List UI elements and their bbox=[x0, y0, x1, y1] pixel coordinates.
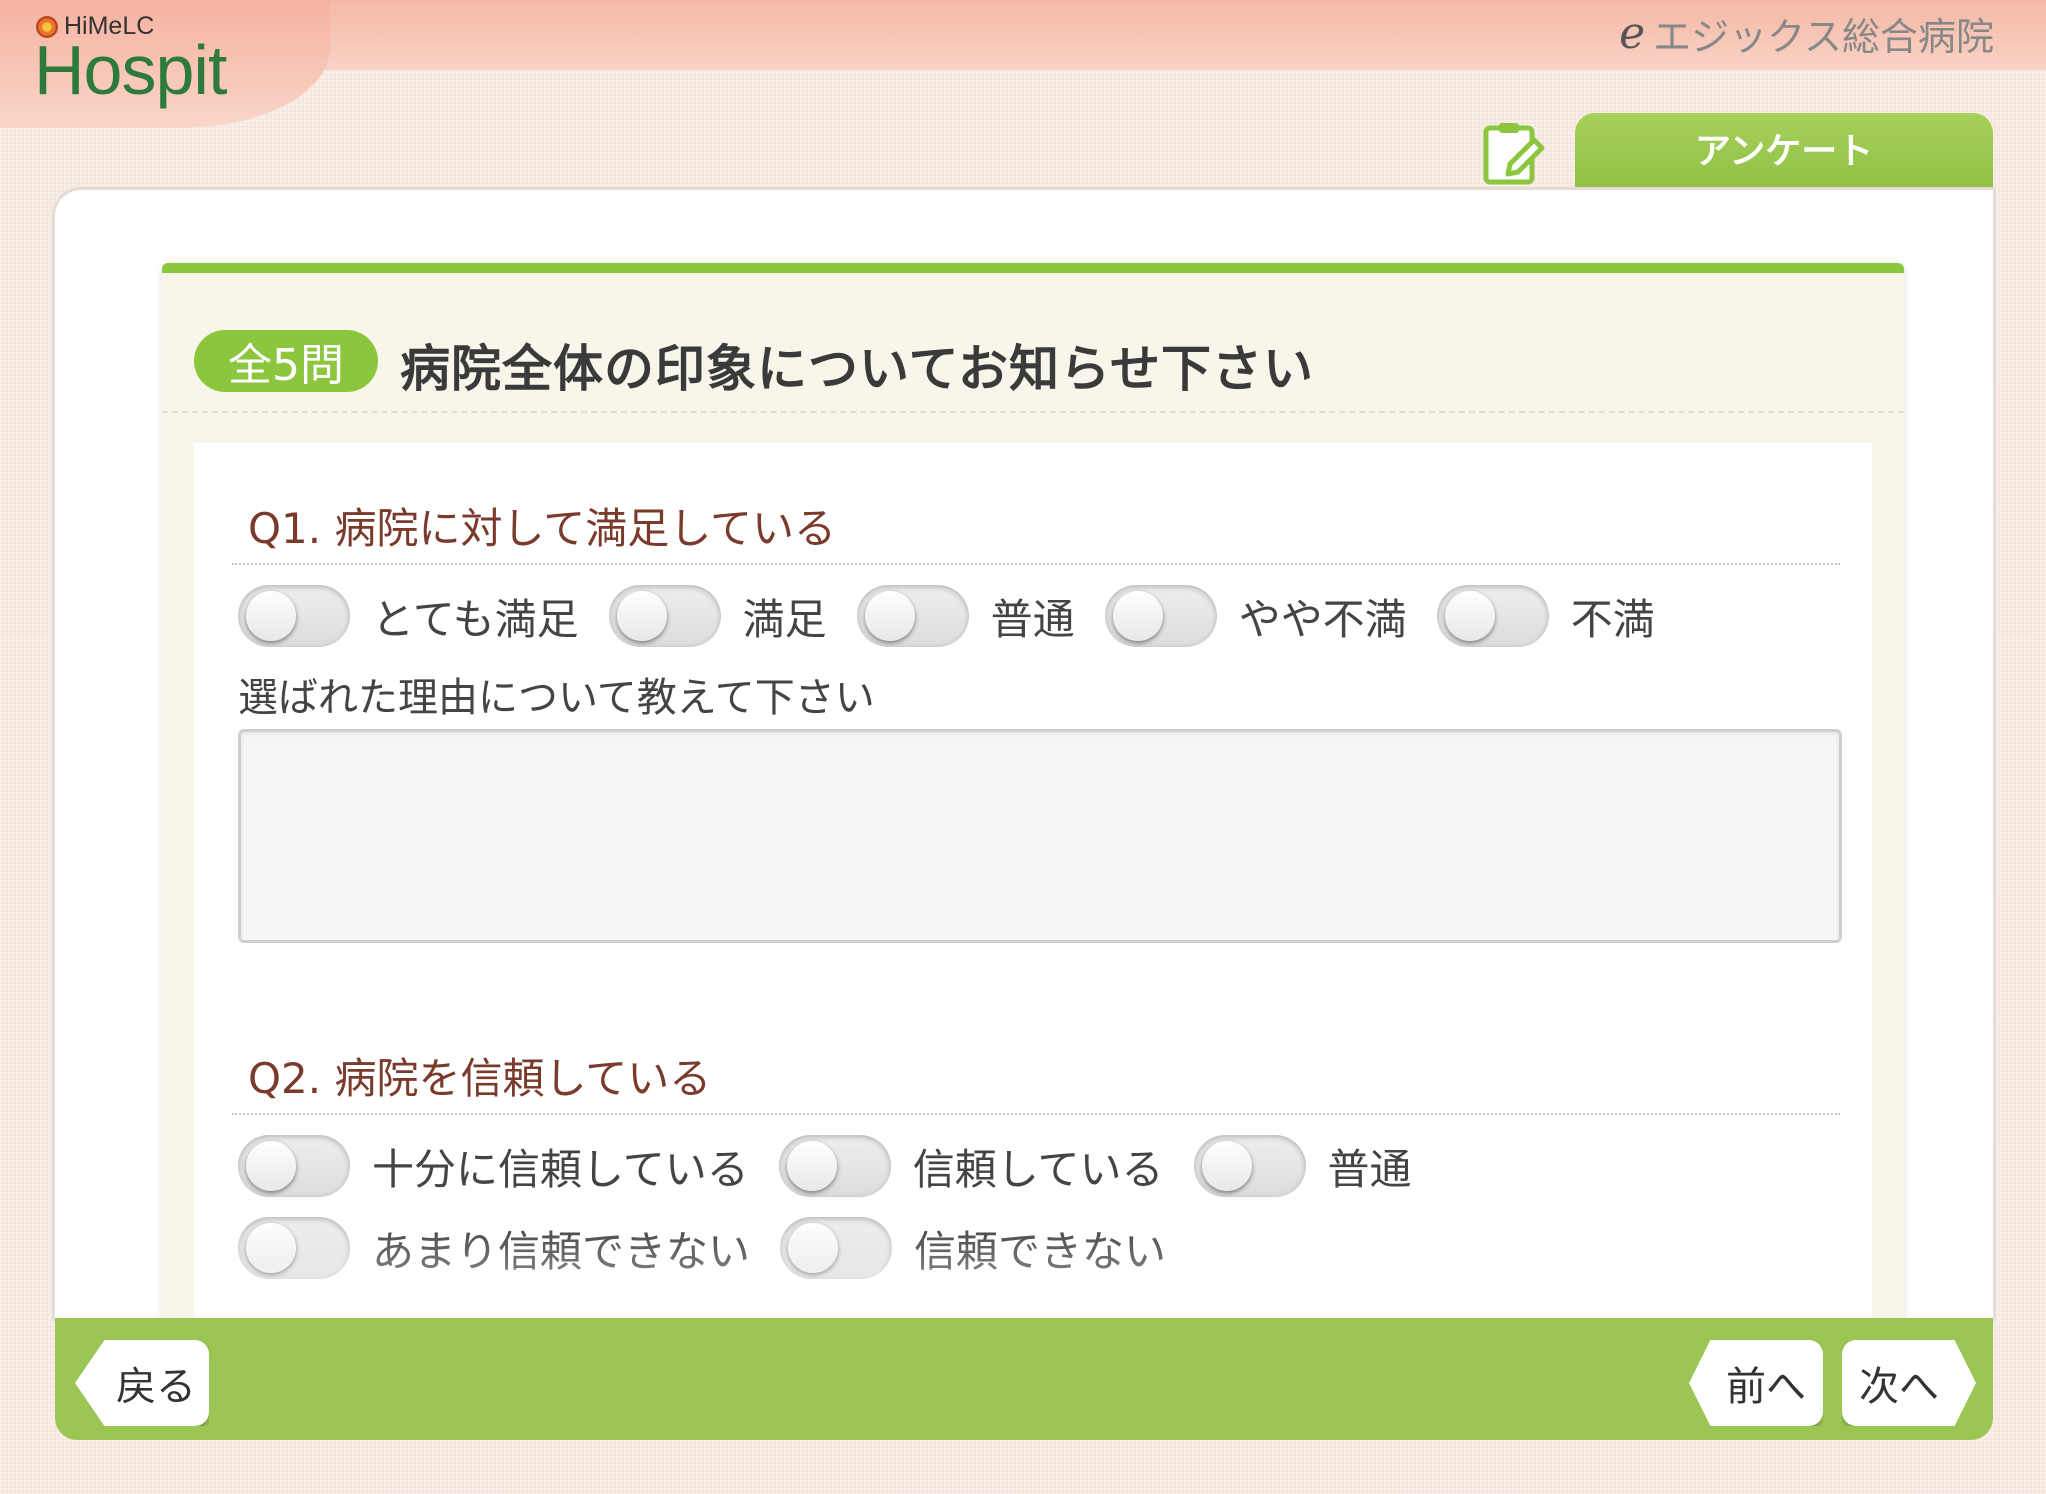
q1-option-5-label: 不満 bbox=[1570, 594, 1655, 644]
q2-option-1-label: 十分に信頼している bbox=[372, 1144, 749, 1194]
q1-option-1-label: とても満足 bbox=[372, 594, 579, 644]
q2-option-4-label: あまり信頼できない bbox=[372, 1226, 751, 1276]
logo-text: Hospit bbox=[34, 31, 227, 109]
q1-option-1-toggle[interactable] bbox=[238, 585, 350, 647]
q1-option-3-toggle[interactable] bbox=[856, 585, 969, 647]
q2-option-2-toggle[interactable] bbox=[778, 1135, 891, 1197]
tab-survey-label: アンケート bbox=[1694, 131, 1874, 172]
card-header: 全5問 病院全体の印象についてお知らせ下さい bbox=[162, 273, 1904, 413]
hospital-name-text: エジックス総合病院 bbox=[1653, 15, 1994, 59]
next-button[interactable]: 次へ bbox=[1842, 1340, 1976, 1426]
q1-option-4[interactable]: やや不満 bbox=[1104, 585, 1407, 647]
questions-area[interactable]: Q1. 病院に対して満足している とても満足 満足 普通 やや不満 不満 選ばれ… bbox=[194, 443, 1872, 1318]
q1-option-1[interactable]: とても満足 bbox=[238, 585, 579, 647]
question-2-title: Q2. 病院を信頼している bbox=[248, 1054, 712, 1103]
q2-option-5-label: 信頼できない bbox=[914, 1226, 1167, 1276]
question-1-reason-textarea[interactable] bbox=[238, 729, 1842, 943]
q1-option-2[interactable]: 満足 bbox=[608, 585, 827, 647]
q2-option-4-toggle[interactable] bbox=[238, 1217, 350, 1279]
question-count-badge: 全5問 bbox=[194, 330, 378, 392]
q2-option-4[interactable]: あまり信頼できない bbox=[238, 1217, 750, 1279]
clipboard-edit-icon bbox=[1483, 123, 1545, 185]
question-2-options-row-2: あまり信頼できない 信頼できない bbox=[238, 1213, 1196, 1283]
question-2-options-row-1: 十分に信頼している 信頼している 普通 bbox=[238, 1131, 1442, 1201]
q1-option-4-toggle[interactable] bbox=[1104, 585, 1217, 647]
q2-option-1-toggle[interactable] bbox=[238, 1135, 350, 1197]
q1-option-5-toggle[interactable] bbox=[1436, 585, 1549, 647]
q2-option-5[interactable]: 信頼できない bbox=[780, 1217, 1166, 1279]
q1-option-3[interactable]: 普通 bbox=[856, 585, 1075, 647]
question-1-options: とても満足 満足 普通 やや不満 不満 bbox=[238, 581, 1685, 651]
q2-option-3-label: 普通 bbox=[1327, 1144, 1412, 1194]
q2-option-3[interactable]: 普通 bbox=[1193, 1135, 1412, 1197]
back-button[interactable]: 戻る bbox=[75, 1340, 209, 1426]
q1-option-2-toggle[interactable] bbox=[608, 585, 721, 647]
q2-option-2[interactable]: 信頼している bbox=[778, 1135, 1164, 1197]
question-2-divider bbox=[232, 1113, 1840, 1115]
q2-option-2-label: 信頼している bbox=[912, 1144, 1164, 1194]
question-1-reason-label: 選ばれた理由について教えて下さい bbox=[238, 675, 875, 721]
hospital-name: e エジックス総合病院 bbox=[1619, 6, 1994, 61]
e-logo-icon: e bbox=[1619, 8, 1646, 59]
footer-bar: 戻る 前へ 次へ bbox=[55, 1318, 1993, 1440]
question-1-divider bbox=[232, 563, 1840, 565]
q2-option-3-toggle[interactable] bbox=[1193, 1135, 1306, 1197]
question-1-title: Q1. 病院に対して満足している bbox=[248, 504, 836, 553]
q1-option-4-label: やや不満 bbox=[1238, 594, 1407, 644]
survey-title: 病院全体の印象についてお知らせ下さい bbox=[400, 340, 1314, 398]
main-panel: 全5問 病院全体の印象についてお知らせ下さい Q1. 病院に対して満足している … bbox=[55, 190, 1993, 1318]
survey-card: 全5問 病院全体の印象についてお知らせ下さい Q1. 病院に対して満足している … bbox=[162, 263, 1904, 1318]
tab-survey[interactable]: アンケート bbox=[1575, 113, 1993, 193]
logo-area: HiMeLC Hospit bbox=[0, 0, 330, 128]
q1-option-3-label: 普通 bbox=[990, 594, 1075, 644]
q1-option-5[interactable]: 不満 bbox=[1436, 585, 1655, 647]
prev-button[interactable]: 前へ bbox=[1689, 1340, 1823, 1426]
q1-option-2-label: 満足 bbox=[742, 594, 827, 644]
q2-option-1[interactable]: 十分に信頼している bbox=[238, 1135, 749, 1197]
q2-option-5-toggle[interactable] bbox=[780, 1217, 893, 1279]
